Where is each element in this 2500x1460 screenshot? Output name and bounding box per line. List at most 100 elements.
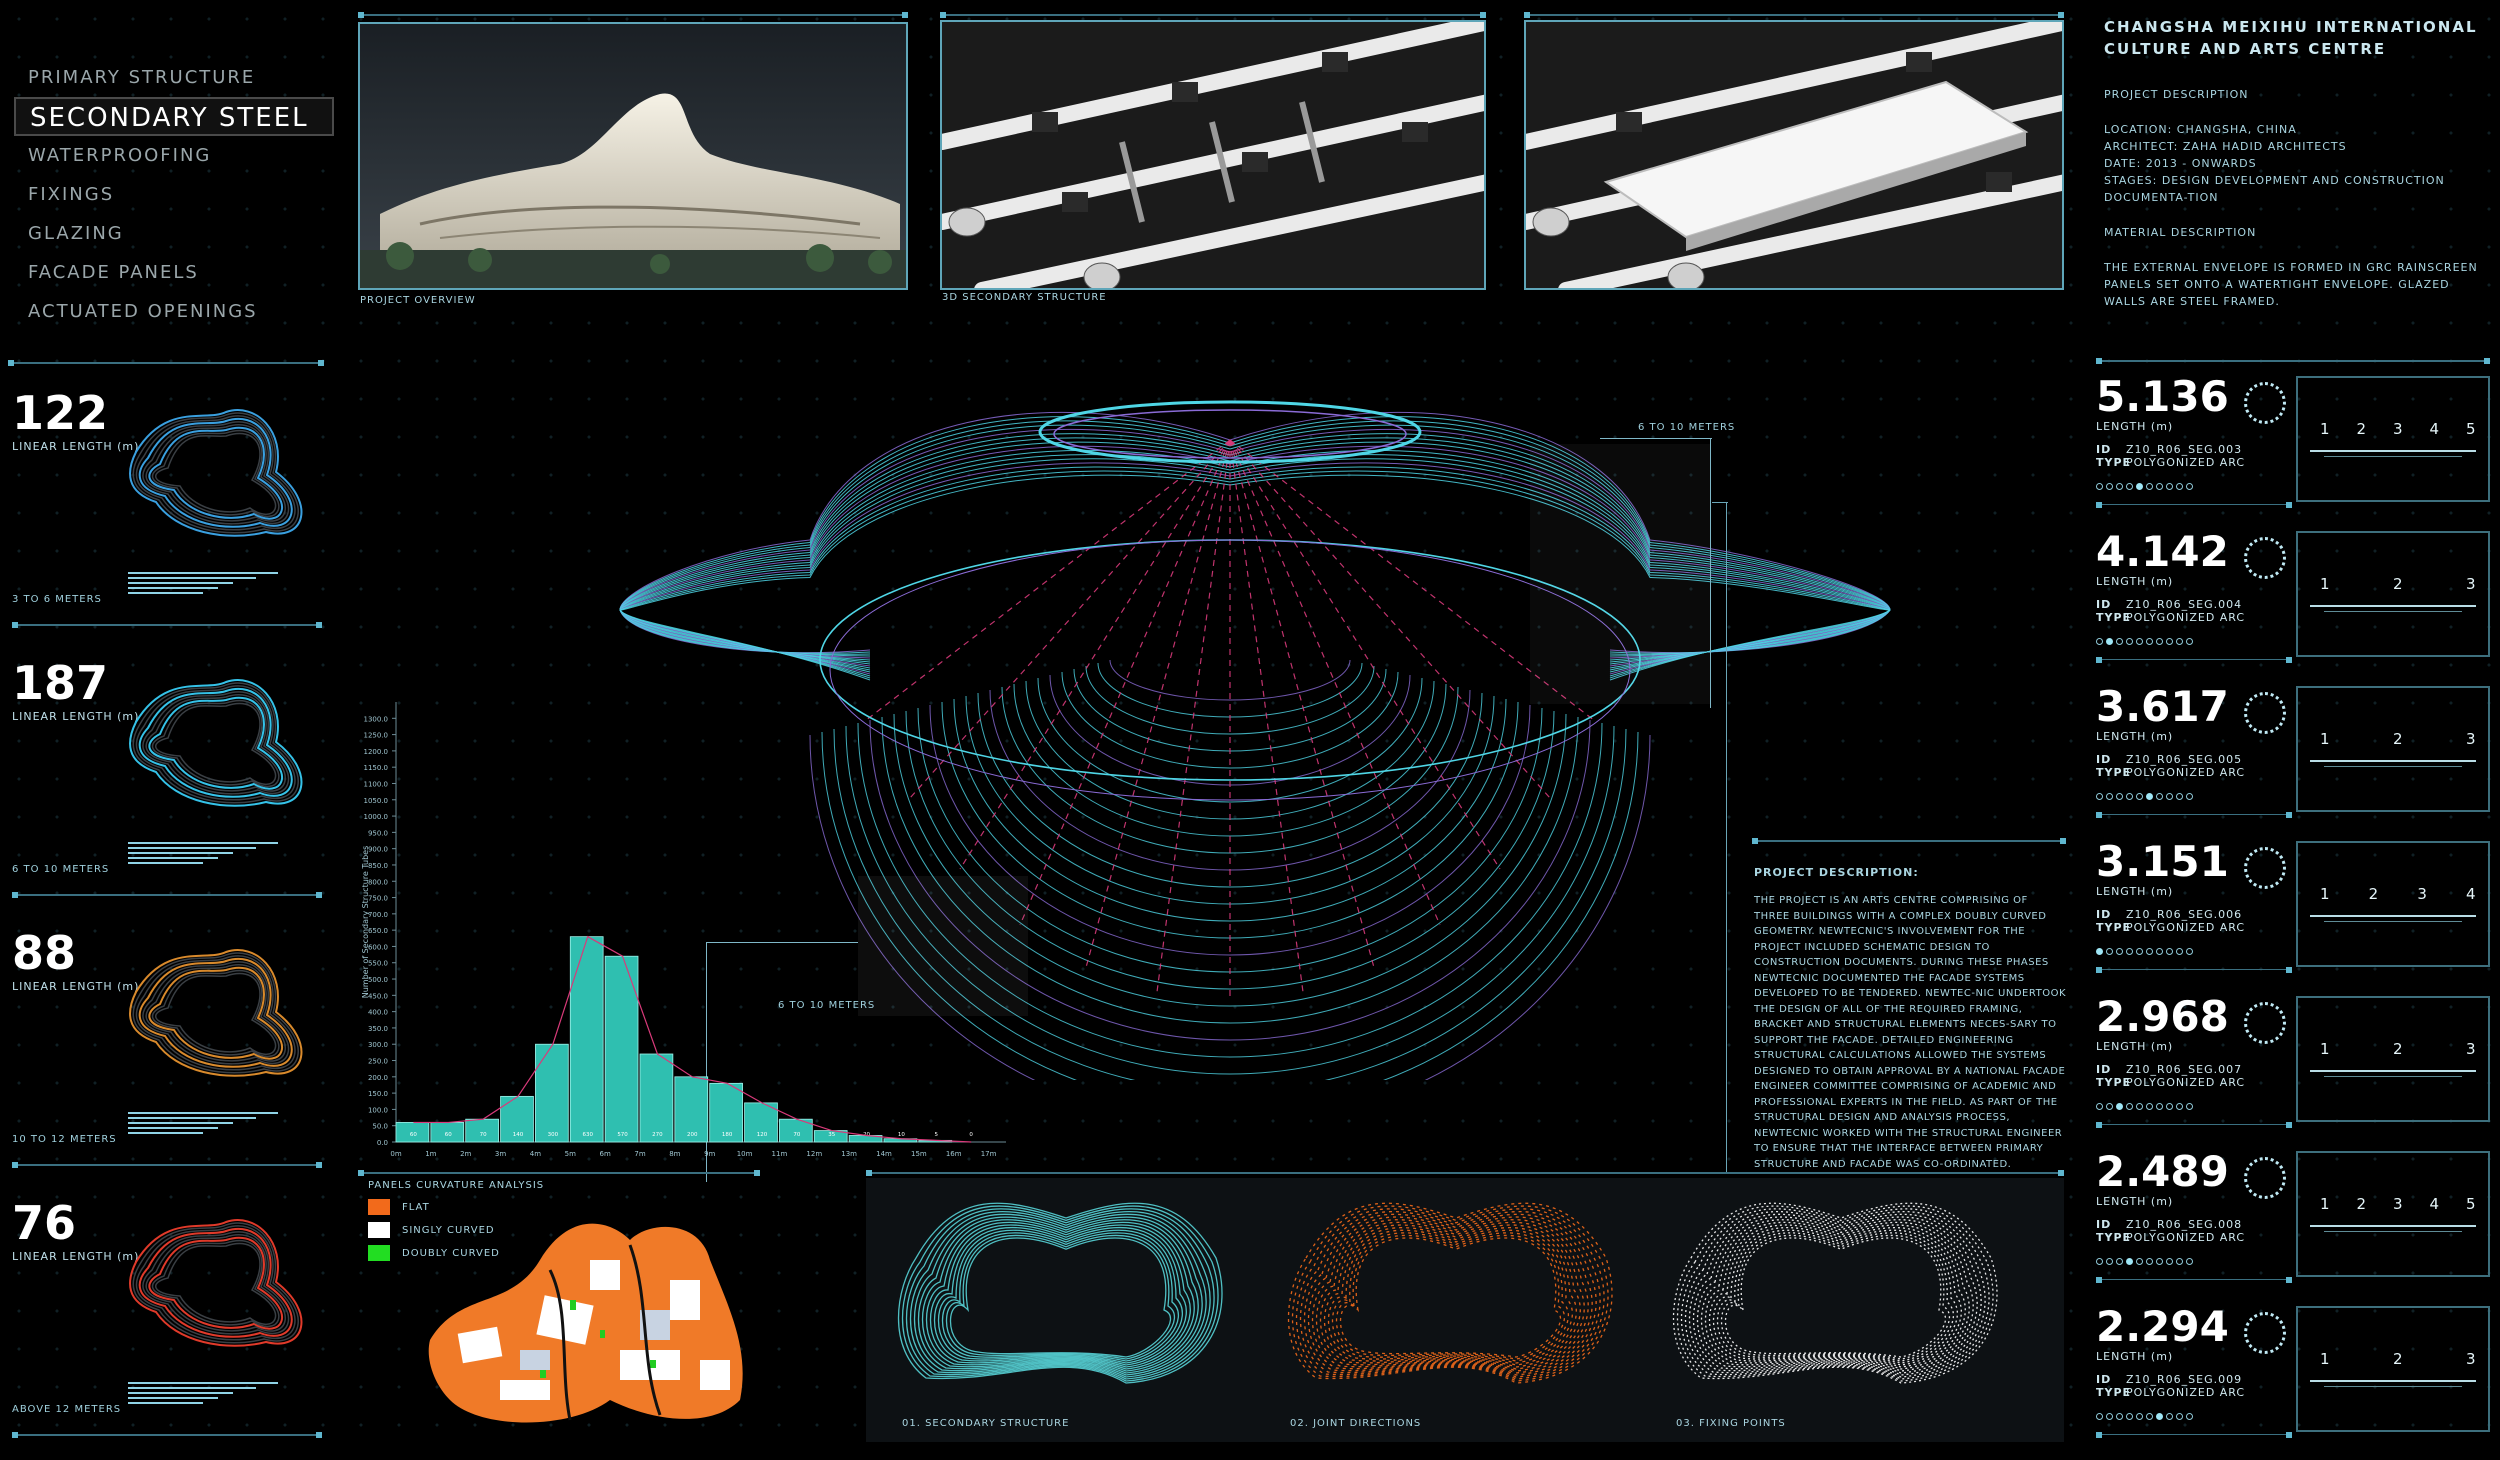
divider: [1752, 838, 2066, 844]
pager-dot[interactable]: [2106, 793, 2113, 800]
segment-card[interactable]: 3.151 LENGTH (m) ID Z10_R06_SEG.006 TYPEPOLY…: [2096, 841, 2292, 973]
pager-dot[interactable]: [2136, 948, 2143, 955]
pager-dot[interactable]: [2156, 948, 2163, 955]
segment-pager[interactable]: [2096, 785, 2292, 804]
pager-dot[interactable]: [2166, 948, 2173, 955]
pager-dot[interactable]: [2156, 793, 2163, 800]
menu-item-actuated-openings[interactable]: ACTUATED OPENINGS: [14, 292, 334, 331]
pager-dot[interactable]: [2116, 1103, 2123, 1110]
segment-card[interactable]: 3.617 LENGTH (m) ID Z10_R06_SEG.005 TYPEPOLY…: [2096, 686, 2292, 818]
pager-dot[interactable]: [2106, 948, 2113, 955]
pager-dot[interactable]: [2126, 638, 2133, 645]
segment-card[interactable]: 2.294 LENGTH (m) ID Z10_R06_SEG.009 TYPEPOLY…: [2096, 1306, 2292, 1438]
menu-item-fixings[interactable]: FIXINGS: [14, 175, 334, 214]
callout-top-box: [1530, 444, 1710, 704]
pager-dot[interactable]: [2146, 1413, 2153, 1420]
pager-dot[interactable]: [2156, 483, 2163, 490]
pager-dot[interactable]: [2166, 1103, 2173, 1110]
pager-dot[interactable]: [2166, 1258, 2173, 1265]
pager-dot[interactable]: [2136, 1103, 2143, 1110]
pager-dot[interactable]: [2186, 1413, 2193, 1420]
pager-dot[interactable]: [2146, 793, 2153, 800]
pager-dot[interactable]: [2106, 638, 2113, 645]
pager-dot[interactable]: [2176, 1258, 2183, 1265]
pager-dot[interactable]: [2176, 948, 2183, 955]
pager-dot[interactable]: [2136, 793, 2143, 800]
pager-dot[interactable]: [2146, 483, 2153, 490]
pager-dot[interactable]: [2116, 1258, 2123, 1265]
pager-dot[interactable]: [2186, 483, 2193, 490]
scale-tick-label: 3: [2466, 1040, 2476, 1058]
x-tick-label: 1m: [425, 1150, 436, 1158]
pager-dot[interactable]: [2186, 793, 2193, 800]
pager-dot[interactable]: [2176, 483, 2183, 490]
y-tick-label: 700.0: [368, 911, 388, 919]
pager-dot[interactable]: [2166, 638, 2173, 645]
segment-scale-box: 1 2 3: [2296, 1306, 2490, 1432]
pager-dot[interactable]: [2096, 1413, 2103, 1420]
pager-dot[interactable]: [2126, 1258, 2133, 1265]
pager-dot[interactable]: [2186, 638, 2193, 645]
menu-item-primary-structure[interactable]: PRIMARY STRUCTURE: [14, 58, 334, 97]
segment-card[interactable]: 2.489 LENGTH (m) ID Z10_R06_SEG.008 TYPEPOLY…: [2096, 1151, 2292, 1283]
pager-dot[interactable]: [2136, 1258, 2143, 1265]
divider: [866, 1170, 2064, 1176]
pager-dot[interactable]: [2186, 948, 2193, 955]
pager-dot[interactable]: [2156, 638, 2163, 645]
pager-dot[interactable]: [2166, 483, 2173, 490]
pager-dot[interactable]: [2166, 1413, 2173, 1420]
menu-item-waterproofing[interactable]: WATERPROOFING: [14, 136, 334, 175]
pager-dot[interactable]: [2186, 1258, 2193, 1265]
segment-pager[interactable]: [2096, 1095, 2292, 1114]
scale-line: [2324, 1231, 2462, 1232]
segment-id-label: ID: [2096, 443, 2112, 456]
pager-dot[interactable]: [2136, 638, 2143, 645]
pager-dot[interactable]: [2156, 1258, 2163, 1265]
pager-dot[interactable]: [2156, 1103, 2163, 1110]
segment-pager[interactable]: [2096, 1405, 2292, 1424]
pager-dot[interactable]: [2116, 483, 2123, 490]
pager-dot[interactable]: [2126, 483, 2133, 490]
pager-dot[interactable]: [2136, 1413, 2143, 1420]
pager-dot[interactable]: [2106, 483, 2113, 490]
segment-type-row: TYPEPOLYGONIZED ARC: [2096, 1076, 2292, 1089]
menu-item-facade-panels[interactable]: FACADE PANELS: [14, 253, 334, 292]
pager-dot[interactable]: [2146, 1103, 2153, 1110]
segment-card[interactable]: 2.968 LENGTH (m) ID Z10_R06_SEG.007 TYPEPOLY…: [2096, 996, 2292, 1128]
pager-dot[interactable]: [2146, 638, 2153, 645]
pager-dot[interactable]: [2106, 1413, 2113, 1420]
pager-dot[interactable]: [2176, 1103, 2183, 1110]
project-description-heading: PROJECT DESCRIPTION: [2104, 88, 2249, 101]
pager-dot[interactable]: [2096, 1258, 2103, 1265]
menu-item-glazing[interactable]: GLAZING: [14, 214, 334, 253]
pager-dot[interactable]: [2126, 1103, 2133, 1110]
pager-dot[interactable]: [2096, 1103, 2103, 1110]
segment-pager[interactable]: [2096, 940, 2292, 959]
pager-dot[interactable]: [2136, 483, 2143, 490]
pager-dot[interactable]: [2116, 1413, 2123, 1420]
pager-dot[interactable]: [2186, 1103, 2193, 1110]
segment-card[interactable]: 5.136 LENGTH (m) ID Z10_R06_SEG.003 TYPEPOLY…: [2096, 376, 2292, 508]
menu-item-secondary-steel[interactable]: SECONDARY STEEL: [14, 97, 334, 136]
segment-pager[interactable]: [2096, 475, 2292, 494]
pager-dot[interactable]: [2146, 948, 2153, 955]
pager-dot[interactable]: [2176, 1413, 2183, 1420]
pager-dot[interactable]: [2116, 948, 2123, 955]
pager-dot[interactable]: [2166, 793, 2173, 800]
pager-dot[interactable]: [2146, 1258, 2153, 1265]
segment-pager[interactable]: [2096, 630, 2292, 649]
pager-dot[interactable]: [2106, 1103, 2113, 1110]
pager-dot[interactable]: [2126, 948, 2133, 955]
pager-dot[interactable]: [2126, 1413, 2133, 1420]
connector-hline: [1712, 502, 1728, 503]
pager-dot[interactable]: [2126, 793, 2133, 800]
pager-dot[interactable]: [2116, 638, 2123, 645]
pager-dot[interactable]: [2176, 793, 2183, 800]
pager-dot[interactable]: [2116, 793, 2123, 800]
pager-dot[interactable]: [2156, 1413, 2163, 1420]
scale-tick-label: 3: [2466, 575, 2476, 593]
segment-card[interactable]: 4.142 LENGTH (m) ID Z10_R06_SEG.004 TYPEPOLY…: [2096, 531, 2292, 663]
pager-dot[interactable]: [2106, 1258, 2113, 1265]
segment-pager[interactable]: [2096, 1250, 2292, 1269]
pager-dot[interactable]: [2176, 638, 2183, 645]
